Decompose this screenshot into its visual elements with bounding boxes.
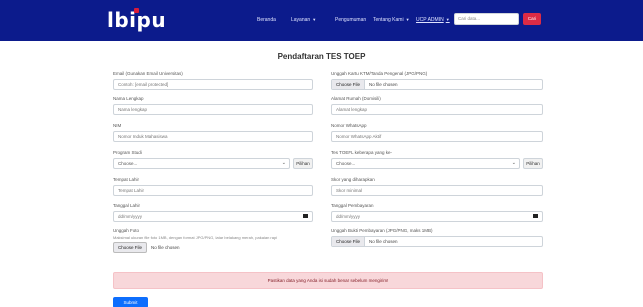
- page-title: Pendaftaran TES TOEP: [277, 52, 366, 61]
- prodi-label: Program Studi: [113, 150, 142, 155]
- paydate-value: dd/mm/yyyy: [336, 214, 361, 219]
- prodi-pilihan-button[interactable]: Pilihan: [293, 158, 313, 169]
- score-label: Skor yang diharapkan: [331, 177, 375, 182]
- birthdate-field[interactable]: dd/mm/yyyy: [113, 211, 313, 222]
- nim-label: NIM: [113, 123, 122, 128]
- photo-file-status: No file chosen: [151, 245, 180, 250]
- nim-field[interactable]: Nomor Induk Mahasiswa: [113, 131, 313, 142]
- toefl-count-select[interactable]: Choose... ⌄: [331, 158, 520, 169]
- score-field[interactable]: Skor minimal: [331, 185, 543, 196]
- proof-file-status: No file chosen: [369, 239, 398, 244]
- prodi-select-value: Choose...: [118, 161, 138, 166]
- ktm-choose-file-button[interactable]: Choose File: [332, 80, 366, 89]
- nav-item-pengumuman[interactable]: Pengumuman: [335, 16, 366, 24]
- paydate-group: Tanggal Pembayaran dd/mm/yyyy: [331, 203, 543, 222]
- navbar: lbipu Beranda Layanan ▼ Pengumuman Tentan…: [0, 0, 643, 41]
- ktm-file-status: No file chosen: [369, 82, 398, 87]
- logo-dot: [134, 8, 139, 13]
- search-button[interactable]: Cari: [523, 13, 541, 25]
- nav-item-tentang-label: Tentang Kami: [373, 17, 404, 23]
- nav-item-ucp[interactable]: UCP ADMIN ▼: [416, 16, 450, 24]
- nim-group: NIM Nomor Induk Mahasiswa: [113, 123, 313, 142]
- email-field[interactable]: Contoh: [email protected]: [113, 79, 313, 90]
- address-group: Alamat Rumah (Domisili) Alamat lengkap: [331, 96, 543, 115]
- calendar-icon[interactable]: [303, 213, 308, 218]
- proof-group: Unggah Bukti Pembayaran (JPG/PNG, maks 1…: [331, 228, 543, 247]
- ktm-label: Unggah Kartu KTM/Tanda Pengenal (JPG/PNG…: [331, 71, 428, 76]
- birthplace-group: Tempat Lahir Tempat Lahir: [113, 177, 313, 196]
- whatsapp-group: Nomor WhatsApp Nomor WhatsApp Aktif: [331, 123, 543, 142]
- photo-label: Unggah Foto: [113, 228, 140, 233]
- address-label: Alamat Rumah (Domisili): [331, 96, 381, 101]
- brand-logo[interactable]: lbipu: [107, 7, 166, 33]
- name-label: Nama Lengkap: [113, 96, 144, 101]
- birthdate-group: Tanggal Lahir dd/mm/yyyy: [113, 203, 313, 222]
- nav-item-layanan-label: Layanan: [291, 17, 311, 23]
- photo-help-text: Maksimal ukuran file foto 1MB, dengan fo…: [113, 235, 278, 240]
- address-field[interactable]: Alamat lengkap: [331, 104, 543, 115]
- photo-choose-file-button[interactable]: Choose File: [113, 242, 148, 253]
- ktm-group: Unggah Kartu KTM/Tanda Pengenal (JPG/PNG…: [331, 71, 543, 90]
- chevron-down-icon: ▼: [312, 17, 317, 22]
- name-group: Nama Lengkap Nama lengkap: [113, 96, 313, 115]
- chevron-down-icon: ⌄: [511, 160, 516, 166]
- birthdate-label: Tanggal Lahir: [113, 203, 141, 208]
- nav-item-ucp-label: UCP ADMIN: [416, 17, 444, 23]
- photo-group: Unggah Foto Maksimal ukuran file foto 1M…: [113, 228, 313, 253]
- name-field[interactable]: Nama lengkap: [113, 104, 313, 115]
- chevron-down-icon: ⌄: [281, 160, 286, 166]
- chevron-down-icon: ▼: [445, 17, 450, 22]
- submit-button[interactable]: Submit: [113, 297, 148, 307]
- paydate-label: Tanggal Pembayaran: [331, 203, 374, 208]
- nav-item-layanan[interactable]: Layanan ▼: [291, 16, 316, 24]
- nav-item-beranda[interactable]: Beranda: [257, 16, 276, 24]
- toefl-count-pilihan-button[interactable]: Pilihan: [523, 158, 543, 169]
- prodi-group: Program Studi Choose... ⌄ Pilihan: [113, 150, 313, 169]
- toefl-count-group: Tes TOEFL keberapa yang ke- Choose... ⌄ P…: [331, 150, 543, 169]
- ktm-file-input[interactable]: Choose File No file chosen: [331, 79, 543, 90]
- calendar-icon[interactable]: [533, 213, 538, 218]
- birthplace-field[interactable]: Tempat Lahir: [113, 185, 313, 196]
- chevron-down-icon: ▼: [405, 17, 410, 22]
- email-group: Email (Gunakan Email Universitas) Contoh…: [113, 71, 313, 90]
- toefl-count-select-value: Choose...: [336, 161, 356, 166]
- birthplace-label: Tempat Lahir: [113, 177, 140, 182]
- birthdate-value: dd/mm/yyyy: [118, 214, 143, 219]
- score-group: Skor yang diharapkan Skor minimal: [331, 177, 543, 196]
- prodi-select[interactable]: Choose... ⌄: [113, 158, 290, 169]
- whatsapp-field[interactable]: Nomor WhatsApp Aktif: [331, 131, 543, 142]
- proof-label: Unggah Bukti Pembayaran (JPG/PNG, maks 1…: [331, 228, 433, 233]
- proof-file-input[interactable]: Choose File No file chosen: [331, 236, 543, 247]
- toefl-count-label: Tes TOEFL keberapa yang ke-: [331, 150, 392, 155]
- proof-choose-file-button[interactable]: Choose File: [332, 237, 366, 246]
- search-input[interactable]: Cari data...: [454, 13, 519, 25]
- email-label: Email (Gunakan Email Universitas): [113, 71, 183, 76]
- warning-alert: Pastikan data yang Anda isi sudah benar …: [113, 272, 543, 289]
- whatsapp-label: Nomor WhatsApp: [331, 123, 367, 128]
- nav-item-tentang[interactable]: Tentang Kami ▼: [373, 16, 410, 24]
- paydate-field[interactable]: dd/mm/yyyy: [331, 211, 543, 222]
